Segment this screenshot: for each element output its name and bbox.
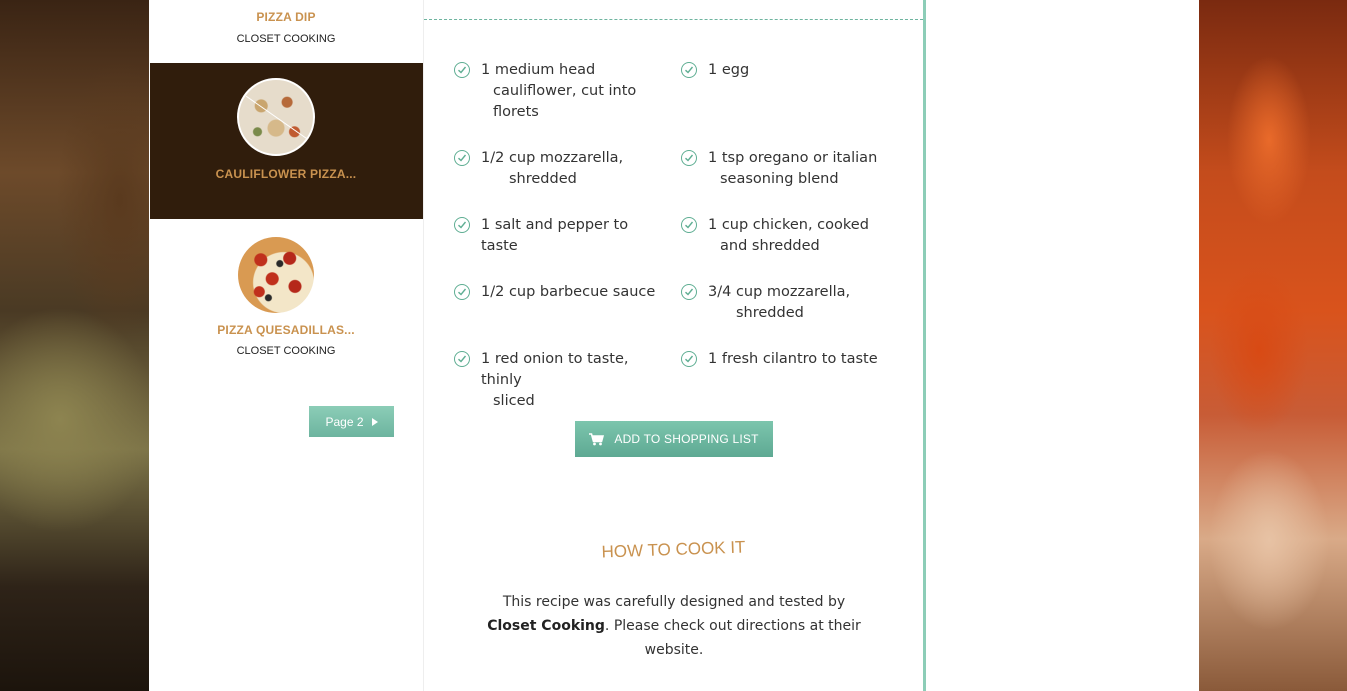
ingredient-text: 3/4 cup mozzarella, [708, 284, 851, 300]
check-circle-icon [454, 62, 470, 78]
recipe-main-panel: 1 medium head cauliflower, cut into floret… [424, 0, 926, 691]
ingredient-text: seasoning blend [720, 171, 839, 187]
how-to-cook-heading: HOW TO COOK IT [601, 537, 746, 562]
related-recipe-title[interactable]: PIZZA QUESADILLAS... [149, 323, 423, 337]
how-to-cook-text: This recipe was carefully designed and t… [484, 590, 864, 662]
add-to-shopping-list-button[interactable]: ADD TO SHOPPING LIST [575, 421, 773, 457]
ingredient-text: 1 medium head [481, 62, 596, 78]
ingredient-text: shredded [509, 171, 577, 187]
ingredient-text: 1 fresh cilantro to taste [708, 351, 878, 367]
related-recipe-title[interactable]: PIZZA DIP [149, 10, 423, 24]
ingredient-text: 1/2 cup barbecue sauce [481, 284, 656, 300]
source-link[interactable]: Closet Cooking [487, 618, 605, 634]
page-gutter [926, 0, 1199, 691]
related-recipe-source: CLOSET COOKING [236, 345, 336, 357]
background-photo-left [0, 0, 149, 691]
ingredient-text: 1 red onion to taste, thinly [481, 351, 629, 388]
check-circle-icon [681, 217, 697, 233]
ingredient-text: and shredded [720, 238, 820, 254]
how-to-text-part: This recipe was carefully designed and t… [502, 594, 846, 610]
check-circle-icon [454, 150, 470, 166]
related-recipe-source: CLOSET COOKING [236, 33, 336, 45]
ingredient-text: 1 cup chicken, cooked [708, 217, 869, 233]
ingredient-text: sliced [493, 393, 535, 409]
shopping-button-label: ADD TO SHOPPING LIST [614, 432, 759, 446]
ingredient-text: 1/2 cup mozzarella, [481, 150, 624, 166]
ingredient-text: 1 egg [708, 62, 750, 78]
check-circle-icon [681, 284, 697, 300]
pager-label: Page 2 [325, 414, 364, 429]
ingredient-text: florets [493, 104, 539, 120]
section-divider [424, 19, 923, 20]
pizza-quesadillas-thumbnail[interactable] [238, 237, 314, 313]
check-circle-icon [681, 150, 697, 166]
related-recipe-title[interactable]: CAULIFLOWER PIZZA... [149, 167, 423, 181]
cauliflower-pizza-thumbnail[interactable] [237, 78, 315, 156]
next-page-button[interactable]: Page 2 [309, 406, 394, 437]
cart-icon [589, 432, 605, 445]
background-photo-right [1199, 0, 1347, 691]
ingredient-text: shredded [736, 305, 804, 321]
related-recipe-item-active[interactable]: CAULIFLOWER PIZZA... [150, 63, 423, 219]
how-to-text-part: . Please check out directions at their w… [604, 618, 861, 658]
ingredient-text: cauliflower, cut into [493, 83, 637, 99]
ingredient-text: 1 salt and pepper to taste [481, 217, 629, 254]
related-recipes-sidebar: PIZZA DIP CLOSET COOKING CAULIFLOWER PIZ… [149, 0, 424, 691]
check-circle-icon [454, 217, 470, 233]
check-circle-icon [454, 284, 470, 300]
check-circle-icon [681, 62, 697, 78]
play-arrow-icon [371, 417, 378, 426]
ingredient-text: 1 tsp oregano or italian [708, 150, 878, 166]
check-circle-icon [681, 351, 697, 367]
check-circle-icon [454, 351, 470, 367]
